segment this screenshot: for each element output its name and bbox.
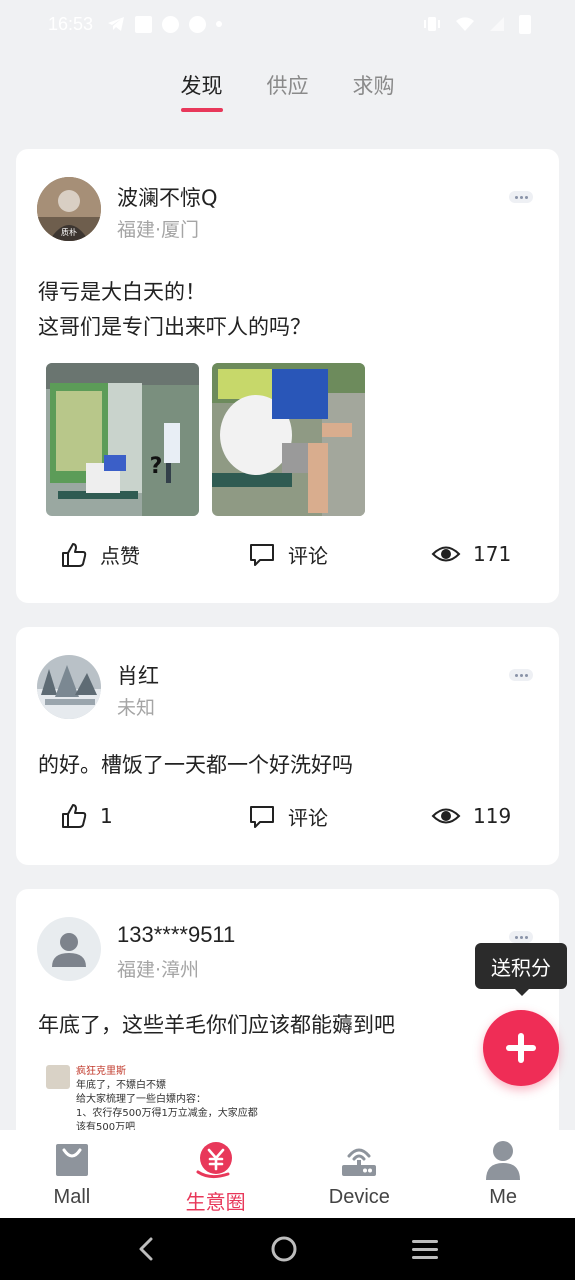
post-text-line: 的好。槽饭了一天都一个好洗好吗: [38, 753, 353, 777]
eye-icon: [431, 546, 461, 562]
post-card[interactable]: 肖红 未知 的好。槽饭了一天都一个好洗好吗 1 评论 119: [16, 627, 559, 865]
nav-mall[interactable]: Mall: [0, 1130, 144, 1218]
post-card[interactable]: 133****9511 福建·漳州 年底了，这些羊毛你们应该都能薅到吧 疯狂克里…: [16, 889, 559, 1149]
thumbs-up-icon: [62, 804, 87, 828]
avatar[interactable]: [37, 655, 101, 719]
post-card[interactable]: 质朴 波澜不惊Q 福建·厦门 得亏是大白天的！ 这哥们是专门出来吓人的吗？ ?: [16, 149, 559, 603]
post-text: 的好。槽饭了一天都一个好洗好吗: [38, 748, 537, 783]
like-button[interactable]: 1: [60, 802, 113, 830]
help-icon-2: [189, 15, 207, 33]
telegram-icon: [108, 17, 125, 31]
avatar-image: 质朴: [37, 177, 101, 241]
more-options-button[interactable]: [509, 669, 533, 681]
more-options-button[interactable]: [509, 931, 533, 943]
router-icon: [342, 1148, 377, 1176]
username[interactable]: 肖红: [117, 660, 159, 690]
vibrate-icon: [424, 17, 440, 31]
status-time: 16:53: [48, 13, 94, 34]
post-image-graphic: [212, 363, 365, 516]
more-options-button[interactable]: [509, 191, 533, 203]
tab-purchase[interactable]: 求购: [353, 70, 395, 112]
preview-line: 1、农行存500万得1万立减金，大家应都: [76, 1108, 258, 1119]
avatar[interactable]: 质朴: [37, 177, 101, 241]
notification-icons: [107, 15, 223, 33]
svg-text:质朴: 质朴: [61, 227, 77, 237]
nav-me[interactable]: Me: [431, 1130, 575, 1218]
location: 福建·漳州: [117, 959, 200, 981]
system-icons: [423, 14, 531, 34]
status-bar: 16:53: [0, 0, 575, 48]
nav-label: Mall: [53, 1186, 91, 1208]
shopping-bag-icon: [55, 1144, 88, 1176]
signal-icon: [490, 17, 504, 31]
nav-label: 生意圈: [185, 1192, 246, 1214]
comment-label: 评论: [288, 806, 328, 830]
svg-text:?: ?: [150, 454, 163, 479]
preview-line: 给大家梳理了一些白嫖内容：: [76, 1094, 206, 1105]
location: 福建·厦门: [117, 219, 200, 241]
like-button[interactable]: 点赞: [60, 540, 140, 569]
plus-icon: [506, 1033, 536, 1063]
post-text-line: 这哥们是专门出来吓人的吗？: [38, 315, 311, 339]
wifi-icon: [456, 17, 474, 31]
nav-business-circle[interactable]: 生意圈: [144, 1130, 288, 1218]
post-image[interactable]: [212, 363, 365, 516]
tab-discover[interactable]: 发现: [180, 70, 223, 112]
post-image-preview[interactable]: 疯狂克里斯 年底了，不嫖白不嫖 给大家梳理了一些白嫖内容： 1、农行存500万得…: [46, 1065, 306, 1135]
username[interactable]: 133****9511: [117, 922, 235, 948]
post-image[interactable]: ?: [46, 363, 199, 516]
thumbs-up-icon: [62, 542, 87, 567]
like-label: 点赞: [100, 544, 140, 568]
create-post-button[interactable]: [483, 1010, 559, 1086]
tab-supply[interactable]: 供应: [267, 70, 309, 112]
home-icon[interactable]: [269, 1234, 299, 1264]
fab-tooltip: 送积分: [475, 943, 567, 996]
yuan-coin-icon: [196, 1142, 232, 1179]
views-count: 119: [431, 802, 511, 830]
comment-icon: [250, 543, 274, 566]
nav-label: Device: [328, 1186, 390, 1208]
nav-label: Me: [489, 1186, 518, 1208]
system-nav-bar: [0, 1218, 575, 1280]
views-count: 171: [431, 540, 511, 568]
like-count: 1: [100, 804, 113, 828]
preview-avatar: [46, 1065, 70, 1089]
recents-icon[interactable]: [410, 1237, 440, 1261]
nav-device[interactable]: Device: [288, 1130, 432, 1218]
top-tabs: 发现 供应 求购: [0, 70, 575, 112]
eye-icon: [431, 808, 461, 824]
post-text: 得亏是大白天的！ 这哥们是专门出来吓人的吗？: [38, 275, 537, 345]
comment-button[interactable]: 评论: [248, 802, 328, 831]
avatar[interactable]: [37, 917, 101, 981]
location: 未知: [117, 697, 156, 719]
mail-icon: [135, 15, 153, 33]
comment-icon: [250, 805, 274, 828]
avatar-image: [37, 655, 101, 719]
preview-line: 年底了，不嫖白不嫖: [76, 1080, 166, 1091]
post-actions: 1 评论 119: [16, 802, 559, 842]
username[interactable]: 波澜不惊Q: [117, 182, 218, 212]
battery-icon: [519, 14, 531, 34]
views-label: 119: [473, 804, 512, 828]
help-icon: [162, 15, 180, 33]
default-user-icon: [52, 933, 86, 967]
comment-button[interactable]: 评论: [248, 540, 328, 569]
post-text-line: 得亏是大白天的！: [38, 280, 206, 304]
views-label: 171: [473, 542, 512, 566]
bottom-nav: Mall 生意圈 Device Me: [0, 1130, 575, 1218]
dot-icon: [216, 21, 223, 27]
preview-author: 疯狂克里斯: [76, 1066, 126, 1077]
post-text-line: 年底了，这些羊毛你们应该都能薅到吧: [38, 1013, 395, 1037]
back-icon[interactable]: [135, 1235, 159, 1263]
comment-label: 评论: [288, 544, 328, 568]
post-text: 年底了，这些羊毛你们应该都能薅到吧: [38, 1008, 537, 1043]
post-image-graphic: ?: [46, 363, 199, 516]
user-icon: [486, 1141, 521, 1180]
post-actions: 点赞 评论 171: [16, 540, 559, 580]
